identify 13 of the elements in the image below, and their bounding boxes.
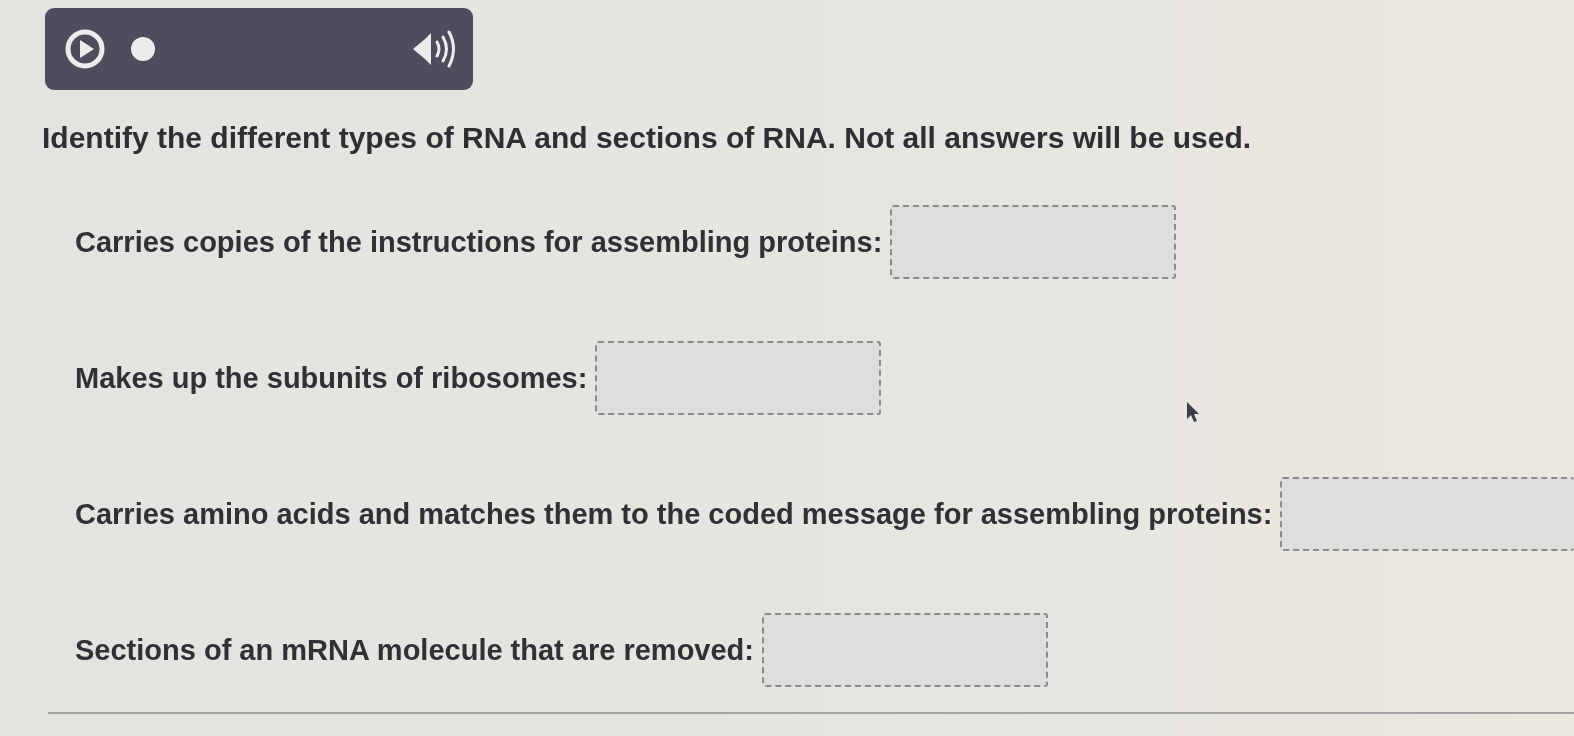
question-text: Carries copies of the instructions for assembling proteins: — [75, 225, 883, 259]
play-icon — [65, 29, 105, 69]
question-text: Makes up the subunits of ribosomes: — [75, 361, 588, 395]
answer-box[interactable] — [595, 341, 882, 415]
answer-box[interactable] — [762, 613, 1048, 687]
answer-box[interactable] — [890, 205, 1177, 279]
question-text: Carries amino acids and matches them to the coded message for assembling proteins: — [75, 497, 1273, 531]
question-text: Sections of an mRNA molecule that are removed: — [75, 633, 754, 667]
answer-box[interactable] — [1280, 477, 1574, 551]
play-button[interactable] — [65, 29, 105, 69]
progress-thumb[interactable] — [131, 37, 155, 61]
instructions-text: Identify the different types of RNA and sections of RNA. Not all answers will be used. — [42, 120, 1253, 156]
cursor-icon — [1186, 401, 1200, 423]
